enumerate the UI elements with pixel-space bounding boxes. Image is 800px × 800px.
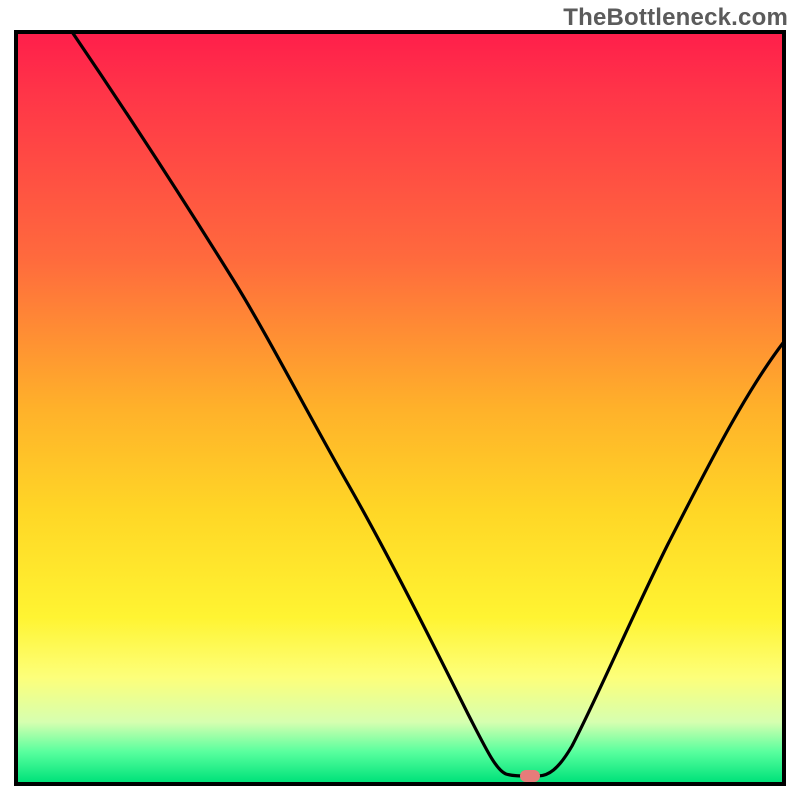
optimal-marker — [520, 770, 540, 782]
watermark-label: TheBottleneck.com — [563, 4, 788, 32]
bottleneck-curve — [18, 34, 782, 782]
plot-frame — [14, 30, 786, 786]
curve-path — [68, 30, 786, 776]
